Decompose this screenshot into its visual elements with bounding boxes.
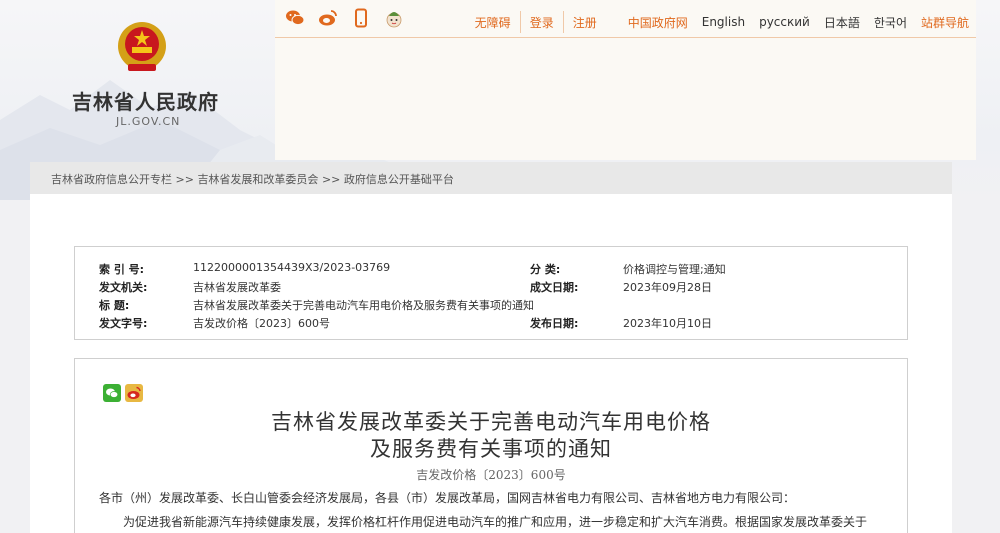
index-value: 1122000001354439X3/2023-03769 (193, 261, 391, 274)
wechat-share-icon[interactable] (103, 384, 121, 402)
category-value: 价格调控与管理;通知 (623, 263, 726, 276)
article-title: 吉林省发展改革委关于完善电动汽车用电价格 及服务费有关事项的通知 (75, 409, 907, 463)
doc-number-label: 发文字号: (99, 317, 148, 330)
korean-link[interactable]: 한국어 (867, 14, 914, 31)
site-nav-link[interactable]: 站群导航 (914, 14, 976, 31)
article-body-paragraph: 为促进我省新能源汽车持续健康发展，发挥价格杠杆作用促进电动汽车的推广和应用，进一… (123, 515, 868, 529)
metadata-table: 索 引 号: 1122000001354439X3/2023-03769 分 类… (74, 246, 908, 340)
issuer-value: 吉林省发展改革委 (193, 281, 281, 294)
breadcrumb-item-1[interactable]: 吉林省政府信息公开专栏 (51, 173, 172, 186)
top-links: 无障碍 登录 注册 中国政府网 English русский 日本語 한국어 … (468, 11, 976, 33)
breadcrumb: 吉林省政府信息公开专栏 >> 吉林省发展和改革委员会 >> 政府信息公开基础平台 (30, 162, 952, 194)
china-gov-link[interactable]: 中国政府网 (604, 14, 695, 31)
top-bar: 无障碍 登录 注册 中国政府网 English русский 日本語 한국어 … (275, 0, 976, 38)
divider (562, 11, 564, 33)
doc-number-value: 吉发改价格〔2023〕600号 (193, 317, 330, 330)
publish-date-value: 2023年10月10日 (623, 317, 712, 330)
meta-row: 发文字号: 吉发改价格〔2023〕600号 发布日期: 2023年10月10日 (75, 315, 907, 333)
article-addressee: 各市（州）发展改革委、长白山管委会经济发展局，各县（市）发展改革局，国网吉林省电… (99, 491, 796, 505)
index-label: 索 引 号: (99, 263, 145, 276)
weibo-icon[interactable] (318, 8, 338, 28)
breadcrumb-item-2[interactable]: 吉林省发展和改革委员会 (197, 173, 318, 186)
breadcrumb-sep: >> (321, 173, 341, 186)
divider (519, 11, 521, 33)
english-link[interactable]: English (695, 15, 752, 29)
national-emblem-icon[interactable] (116, 20, 168, 74)
login-link[interactable]: 登录 (523, 14, 561, 31)
article-title-line-2: 及服务费有关事项的通知 (370, 437, 612, 461)
meta-row: 索 引 号: 1122000001354439X3/2023-03769 分 类… (75, 261, 907, 279)
article-doc-number: 吉发改价格〔2023〕600号 (416, 468, 566, 482)
meta-row: 标 题: 吉林省发展改革委关于完善电动汽车用电价格及服务费有关事项的通知 (75, 297, 907, 315)
created-date-label: 成文日期: (530, 281, 579, 294)
share-icons (285, 8, 404, 28)
wechat-icon[interactable] (285, 8, 305, 28)
article-panel: 吉林省发展改革委关于完善电动汽车用电价格 及服务费有关事项的通知 吉发改价格〔2… (74, 358, 908, 533)
category-label: 分 类: (530, 263, 561, 276)
article-title-line-1: 吉林省发展改革委关于完善电动汽车用电价格 (271, 410, 711, 434)
title-label: 标 题: (99, 299, 130, 312)
publish-date-label: 发布日期: (530, 317, 579, 330)
created-date-value: 2023年09月28日 (623, 281, 712, 294)
breadcrumb-item-3[interactable]: 政府信息公开基础平台 (344, 173, 454, 186)
russian-link[interactable]: русский (752, 15, 817, 29)
breadcrumb-sep: >> (175, 173, 194, 186)
site-name[interactable]: 吉林省人民政府 (72, 86, 219, 115)
title-value: 吉林省发展改革委关于完善电动汽车用电价格及服务费有关事项的通知 (193, 299, 534, 312)
mascot-icon[interactable] (384, 8, 404, 28)
site-url: JL.GOV.CN (116, 115, 181, 128)
register-link[interactable]: 注册 (566, 14, 604, 31)
mobile-icon[interactable] (351, 8, 371, 28)
meta-row: 发文机关: 吉林省发展改革委 成文日期: 2023年09月28日 (75, 279, 907, 297)
weibo-share-icon[interactable] (125, 384, 143, 402)
japanese-link[interactable]: 日本語 (817, 14, 867, 31)
accessibility-link[interactable]: 无障碍 (468, 14, 518, 31)
issuer-label: 发文机关: (99, 281, 148, 294)
article-share-icons (103, 384, 143, 402)
